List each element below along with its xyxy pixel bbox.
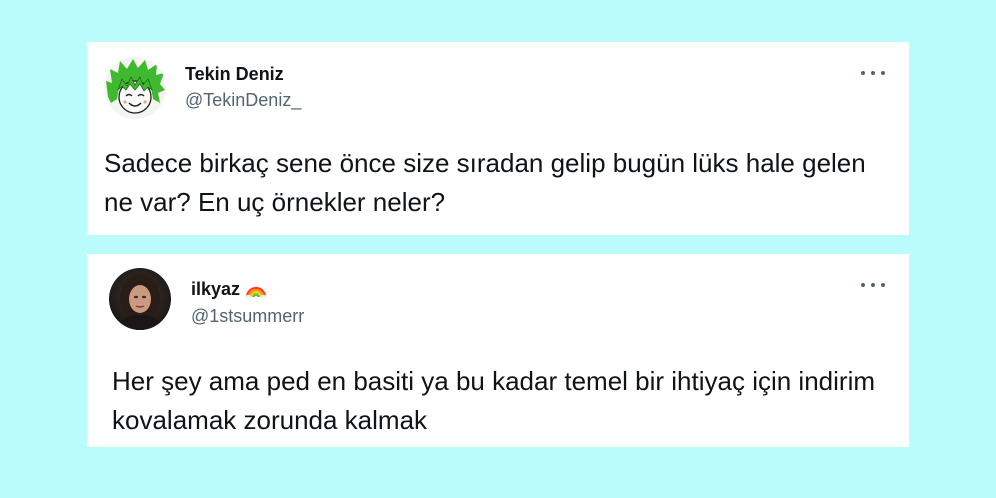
tweet-card[interactable]: Tekin Deniz @TekinDeniz_ Sadece birkaç s… [87, 42, 909, 235]
display-name[interactable]: Tekin Deniz [185, 64, 284, 85]
rainbow-icon [245, 286, 267, 298]
avatar[interactable] [109, 268, 171, 330]
more-options-icon[interactable] [861, 280, 885, 290]
handle[interactable]: @TekinDeniz_ [185, 90, 301, 111]
tweet-card[interactable]: ilkyaz @1stsummerr Her şey ama ped en ba… [87, 254, 909, 447]
photo-avatar-icon [109, 268, 171, 330]
more-options-icon[interactable] [861, 68, 885, 78]
display-name[interactable]: ilkyaz [191, 279, 267, 300]
cartoon-avatar-icon [104, 57, 166, 119]
tweet-text: Sadece birkaç sene önce size sıradan gel… [104, 148, 866, 217]
display-name-text: ilkyaz [191, 279, 241, 299]
avatar[interactable] [104, 57, 166, 119]
handle[interactable]: @1stsummerr [191, 306, 304, 327]
tweet-text: Her şey ama ped en basiti ya bu kadar te… [112, 366, 876, 435]
